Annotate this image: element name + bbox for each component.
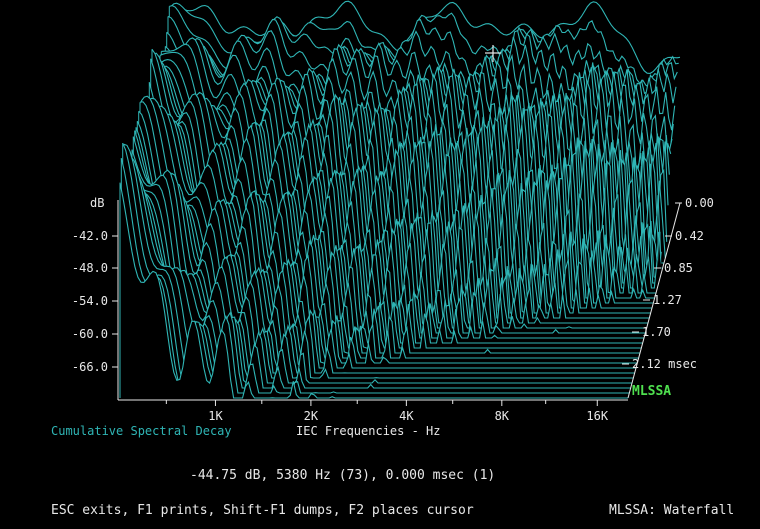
x-tick-label: 4K xyxy=(399,409,414,423)
x-tick-label: 1K xyxy=(208,409,223,423)
x-tick-labels: 1K 2K 4K 8K 16K xyxy=(165,400,609,423)
y-axis-unit: dB xyxy=(90,196,104,210)
y-tick-label: -54.0 xyxy=(72,294,108,308)
y-tick-label: -66.0 xyxy=(72,360,108,374)
brand-label: MLSSA xyxy=(632,384,672,399)
time-tick-label: 0.85 xyxy=(664,261,693,275)
x-tick-label: 16K xyxy=(586,409,608,423)
time-tick-label: 1.27 xyxy=(653,293,682,307)
time-tick-label: 1.70 xyxy=(642,325,671,339)
y-tick-label: -42.0 xyxy=(72,229,108,243)
key-help-line: ESC exits, F1 prints, Shift-F1 dumps, F2… xyxy=(51,503,474,518)
chart-title: Cumulative Spectral Decay xyxy=(51,424,232,438)
x-tick-label: 8K xyxy=(495,409,510,423)
decay-slices xyxy=(119,0,681,400)
x-axis-label: IEC Frequencies - Hz xyxy=(296,424,441,438)
y-tick-label: -60.0 xyxy=(72,327,108,341)
waterfall-plot: 1K 2K 4K 8K 16K dB-42.0-48.0-54.0-60.0-66.0 … xyxy=(72,0,714,423)
cursor-readout: -44.75 dB, 5380 Hz (73), 0.000 msec (1) xyxy=(190,468,496,483)
mode-label: MLSSA: Waterfall xyxy=(609,503,735,518)
time-tick-label: 2.12 msec xyxy=(632,357,697,371)
time-tick-label: 0.00 xyxy=(685,196,714,210)
y-tick-labels: dB -42.0 -48.0 -54.0 -60.0 -66.0 xyxy=(72,196,118,374)
y-tick-label: -48.0 xyxy=(72,261,108,275)
x-tick-label: 2K xyxy=(304,409,319,423)
time-tick-label: 0.42 xyxy=(675,229,704,243)
